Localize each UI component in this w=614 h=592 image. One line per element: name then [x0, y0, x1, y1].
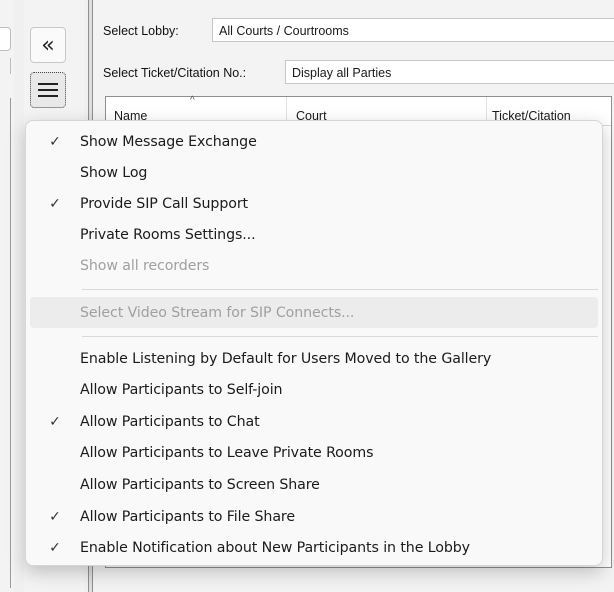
menu-item-label: Allow Participants to Chat: [80, 413, 260, 430]
menu-item-label: Show Log: [80, 164, 148, 181]
options-menu-button[interactable]: [30, 72, 66, 108]
menu-item-allow-file-share[interactable]: ✓ Allow Participants to File Share: [30, 501, 598, 532]
menu-item-select-video-stream[interactable]: Select Video Stream for SIP Connects...: [30, 297, 598, 328]
left-window-edge: [0, 0, 14, 592]
menu-item-show-message-exchange[interactable]: ✓ Show Message Exchange: [30, 126, 598, 157]
menu-item-label: Private Rooms Settings...: [80, 226, 256, 243]
double-chevron-left-icon: «: [41, 32, 55, 58]
clipped-control-2: [0, 58, 11, 74]
collapse-panel-button[interactable]: «: [30, 27, 66, 63]
menu-item-provide-sip-call-support[interactable]: ✓ Provide SIP Call Support: [30, 188, 598, 219]
ticket-select[interactable]: Display all Parties: [285, 60, 614, 84]
ticket-filter-row: Select Ticket/Citation No.:: [103, 66, 246, 80]
lobby-filter-row: Select Lobby:: [103, 24, 179, 38]
menu-item-label: Allow Participants to File Share: [80, 508, 295, 525]
menu-item-label: Select Video Stream for SIP Connects...: [80, 304, 355, 321]
hamburger-menu-icon: [38, 83, 58, 97]
menu-item-allow-chat[interactable]: ✓ Allow Participants to Chat: [30, 406, 598, 437]
sort-ascending-icon: ^: [190, 95, 195, 106]
menu-item-allow-self-join[interactable]: Allow Participants to Self-join: [30, 374, 598, 405]
left-edge-divider: [10, 98, 11, 588]
lobby-label: Select Lobby:: [103, 24, 179, 38]
menu-item-label: Enable Listening by Default for Users Mo…: [80, 350, 492, 367]
menu-item-enable-lobby-notification[interactable]: ✓ Enable Notification about New Particip…: [30, 532, 598, 563]
ticket-label: Select Ticket/Citation No.:: [103, 66, 247, 80]
checkmark-icon: ✓: [49, 195, 61, 212]
menu-item-allow-leave-private-rooms[interactable]: Allow Participants to Leave Private Room…: [30, 437, 598, 468]
clipped-control: [0, 27, 11, 51]
menu-item-enable-listening-default[interactable]: Enable Listening by Default for Users Mo…: [30, 343, 598, 374]
menu-item-label: Allow Participants to Self-join: [80, 381, 283, 398]
checkmark-icon: ✓: [49, 539, 61, 556]
checkmark-icon: ✓: [49, 413, 61, 430]
menu-item-show-all-recorders[interactable]: Show all recorders: [30, 250, 598, 281]
menu-item-label: Show all recorders: [80, 257, 210, 274]
checkmark-icon: ✓: [49, 133, 61, 150]
checkmark-icon: ✓: [49, 508, 61, 525]
menu-item-allow-screen-share[interactable]: Allow Participants to Screen Share: [30, 469, 598, 500]
menu-item-label: Enable Notification about New Participan…: [80, 539, 470, 556]
menu-separator: [82, 336, 598, 337]
lobby-select[interactable]: All Courts / Courtrooms: [212, 18, 614, 42]
menu-separator: [82, 289, 598, 290]
menu-item-label: Show Message Exchange: [80, 133, 257, 150]
menu-item-label: Allow Participants to Leave Private Room…: [80, 444, 374, 461]
menu-item-private-rooms-settings[interactable]: Private Rooms Settings...: [30, 219, 598, 250]
menu-item-label: Provide SIP Call Support: [80, 195, 249, 212]
menu-item-label: Allow Participants to Screen Share: [80, 476, 320, 493]
options-context-menu: ✓ Show Message Exchange Show Log ✓ Provi…: [25, 120, 603, 566]
menu-item-show-log[interactable]: Show Log: [30, 157, 598, 188]
